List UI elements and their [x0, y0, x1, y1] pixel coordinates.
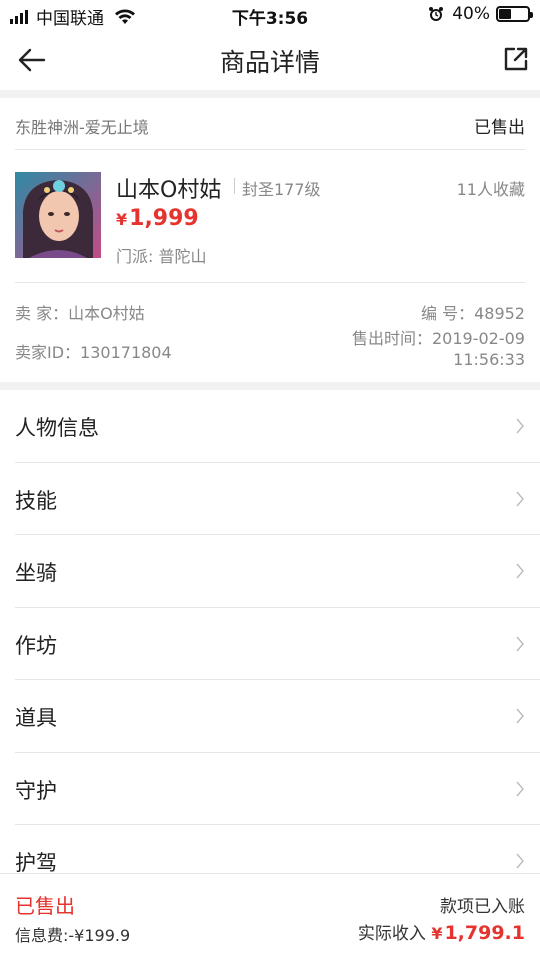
server-row: 东胜神洲-爱无止境 已售出	[15, 98, 525, 150]
menu-item-label: 作坊	[15, 633, 57, 658]
chevron-right-icon	[516, 781, 524, 796]
actual-income: 实际收入 ¥1,799.1	[358, 919, 525, 944]
sold-time-date: 售出时间：2019-02-09	[352, 329, 525, 348]
info-fee: 信息费:-¥199.9	[15, 926, 131, 945]
menu-item-label: 技能	[15, 488, 57, 513]
menu-item-mounts[interactable]: 坐骑	[15, 535, 540, 608]
menu-item-label: 人物信息	[15, 416, 99, 440]
menu-item-label: 道具	[15, 706, 57, 730]
chevron-right-icon	[516, 853, 524, 869]
payment-credited-text: 款项已入账	[440, 897, 525, 917]
alarm-clock-icon	[429, 7, 444, 21]
menu-item-character-info[interactable]: 人物信息	[15, 390, 540, 463]
battery-icon	[496, 6, 533, 22]
product-price: ¥1,999	[116, 206, 199, 231]
menu-item-guardian[interactable]: 守护	[15, 753, 540, 825]
seller-name: 卖 家：山本O村姑	[15, 304, 145, 323]
battery-percent: 40%	[452, 4, 490, 24]
status-bar: 中国联通 下午3:56 40%	[0, 0, 540, 30]
divider	[15, 282, 525, 283]
menu-item-items[interactable]: 道具	[15, 680, 540, 753]
navigation-bar: 商品详情	[0, 30, 540, 90]
item-number: 编 号：48952	[421, 304, 525, 323]
chevron-right-icon	[516, 636, 524, 651]
price-currency: ¥	[116, 210, 128, 229]
share-external-icon[interactable]	[502, 45, 530, 73]
sold-time-clock: 11:56:33	[453, 350, 525, 369]
sale-summary-footer: 已售出 信息费:-¥199.9 款项已入账 实际收入 ¥1,799.1	[0, 873, 540, 960]
section-gap	[0, 382, 540, 390]
chevron-right-icon	[516, 491, 524, 506]
section-gap	[0, 90, 540, 98]
status-right: 40%	[428, 4, 533, 24]
menu-item-workshop[interactable]: 作坊	[15, 608, 540, 680]
character-level: 封圣177级	[242, 180, 321, 199]
sale-status-badge: 已售出	[474, 118, 525, 138]
menu-item-label: 坐骑	[15, 561, 57, 585]
chevron-right-icon	[516, 563, 524, 579]
income-currency: ¥	[431, 924, 443, 943]
footer-sale-status: 已售出	[15, 894, 75, 918]
actual-income-value: ¥1,799.1	[431, 922, 525, 944]
menu-item-skills[interactable]: 技能	[15, 463, 540, 535]
favorites-count: 11人收藏	[456, 180, 525, 199]
income-amount: 1,799.1	[444, 922, 525, 944]
detail-menu: 人物信息 技能 坐骑 作坊 道具 守护 护驾	[0, 390, 540, 898]
page-title: 商品详情	[219, 48, 320, 77]
name-level-divider	[234, 178, 235, 194]
actual-income-label: 实际收入	[357, 924, 426, 944]
sold-time: 售出时间：2019-02-09 11:56:33	[352, 328, 525, 370]
character-name: 山本O村姑	[116, 178, 222, 203]
server-name: 东胜神洲-爱无止境	[15, 118, 149, 137]
price-value: 1,999	[129, 206, 199, 231]
character-school: 门派: 普陀山	[116, 247, 207, 266]
seller-id: 卖家ID：130171804	[15, 343, 172, 362]
chevron-right-icon	[516, 418, 524, 434]
chevron-right-icon	[516, 708, 524, 724]
menu-item-label: 守护	[15, 778, 57, 803]
character-avatar	[15, 172, 101, 258]
